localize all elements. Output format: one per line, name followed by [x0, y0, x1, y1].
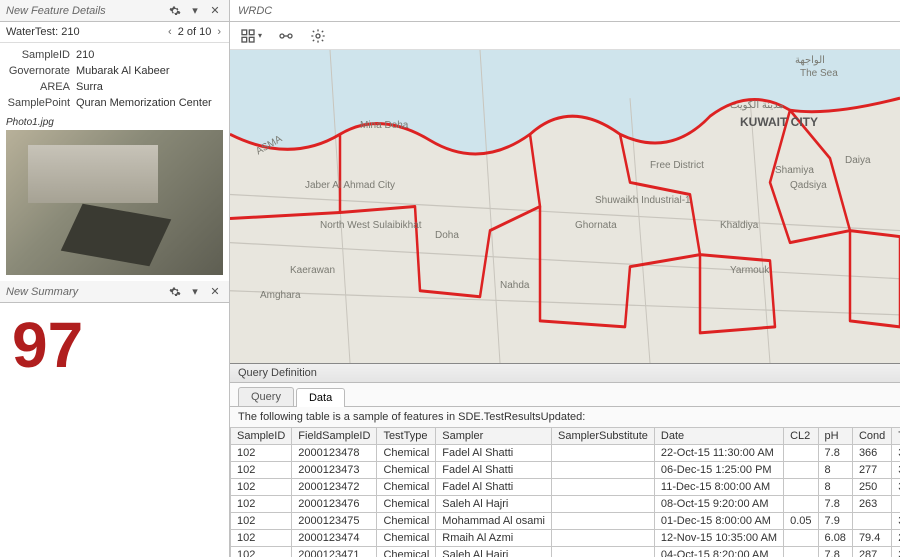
attr-key: SampleID	[6, 49, 76, 61]
next-record-button[interactable]: ›	[215, 26, 223, 38]
col-ph[interactable]: pH	[818, 428, 852, 445]
details-pane-header: New Feature Details ▾ ✕	[0, 0, 229, 22]
attribute-list: SampleID210 GovernorateMubarak Al Kabeer…	[0, 43, 229, 115]
attr-value: Quran Memorization Center	[76, 97, 223, 109]
table-row[interactable]: 1022000123475ChemicalMohammad Al osami01…	[231, 513, 900, 530]
dropdown-icon[interactable]: ▾	[187, 284, 203, 300]
attr-key: AREA	[6, 81, 76, 93]
map-pane-header: WRDC	[230, 0, 900, 22]
table-row[interactable]: 1022000123478ChemicalFadel Al Shatti22-O…	[231, 445, 900, 462]
attr-value: 210	[76, 49, 223, 61]
query-note: The following table is a sample of featu…	[230, 407, 900, 427]
query-panel: Query Definition Query Data The followin…	[230, 363, 900, 557]
table-row[interactable]: 1022000123476ChemicalSaleh Al Hajri08-Oc…	[231, 496, 900, 513]
map-canvas[interactable]: KUWAIT CITY مدينة الكويت Mina Doha Jaber…	[230, 50, 900, 363]
col-cond[interactable]: Cond	[852, 428, 891, 445]
photo-thumbnail[interactable]	[6, 130, 223, 275]
col-cl2[interactable]: CL2	[784, 428, 818, 445]
table-row[interactable]: 1022000123474ChemicalRmaih Al Azmi12-Nov…	[231, 530, 900, 547]
record-navigator: WaterTest: 210 ‹ 2 of 10 ›	[0, 22, 229, 43]
table-row[interactable]: 1022000123473ChemicalFadel Al Shatti06-D…	[231, 462, 900, 479]
gear-icon[interactable]	[167, 3, 183, 19]
settings-button[interactable]	[310, 28, 326, 44]
map-title: WRDC	[238, 5, 272, 17]
dropdown-icon[interactable]: ▾	[187, 3, 203, 19]
attr-value: Surra	[76, 81, 223, 93]
col-samplersubstitute[interactable]: SamplerSubstitute	[552, 428, 655, 445]
link-button[interactable]	[278, 28, 294, 44]
summary-pane-header: New Summary ▾ ✕	[0, 281, 229, 303]
attr-key: Governorate	[6, 65, 76, 77]
tab-query[interactable]: Query	[238, 387, 294, 406]
query-tabs: Query Data	[230, 383, 900, 407]
summary-body: 97	[0, 303, 229, 557]
col-date[interactable]: Date	[654, 428, 783, 445]
attr-value: Mubarak Al Kabeer	[76, 65, 223, 77]
record-title: WaterTest: 210	[6, 26, 166, 38]
gear-icon[interactable]	[167, 284, 183, 300]
summary-title: New Summary	[6, 286, 78, 298]
col-testtype[interactable]: TestType	[377, 428, 436, 445]
prev-record-button[interactable]: ‹	[166, 26, 174, 38]
map-toolbar: ▾	[230, 22, 900, 50]
details-title: New Feature Details	[6, 5, 106, 17]
record-position: 2 of 10	[178, 26, 212, 38]
tab-data[interactable]: Data	[296, 388, 345, 407]
table-row[interactable]: 1022000123472ChemicalFadel Al Shatti11-D…	[231, 479, 900, 496]
grid-view-button[interactable]: ▾	[240, 28, 262, 44]
col-temp[interactable]: Temp	[892, 428, 900, 445]
query-panel-title: Query Definition	[230, 364, 900, 383]
close-icon[interactable]: ✕	[207, 3, 223, 19]
col-fieldsampleid[interactable]: FieldSampleID	[292, 428, 377, 445]
close-icon[interactable]: ✕	[207, 284, 223, 300]
attr-key: SamplePoint	[6, 97, 76, 109]
summary-value: 97	[12, 313, 83, 377]
col-sampler[interactable]: Sampler	[436, 428, 552, 445]
results-grid[interactable]: SampleIDFieldSampleIDTestTypeSamplerSamp…	[230, 427, 900, 557]
table-row[interactable]: 1022000123471ChemicalSaleh Al Hajri04-Oc…	[231, 547, 900, 557]
col-sampleid[interactable]: SampleID	[231, 428, 292, 445]
photo-label: Photo1.jpg	[0, 115, 229, 130]
